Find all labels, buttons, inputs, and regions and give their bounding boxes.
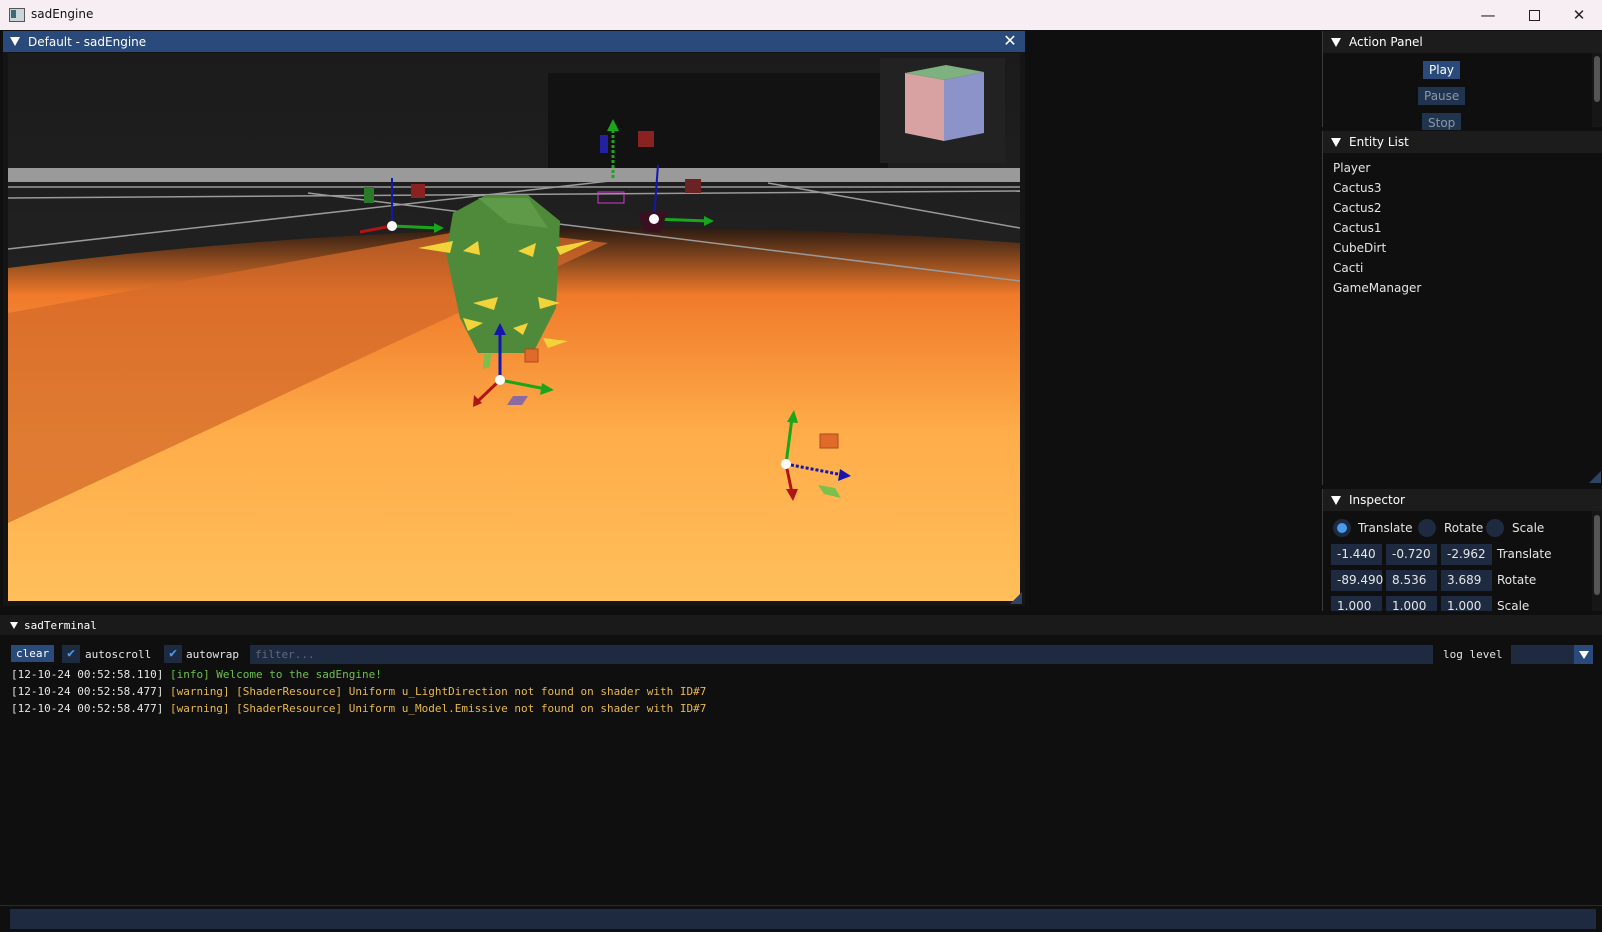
rotate-radio-label: Rotate xyxy=(1444,521,1484,535)
inspector-scrollbar[interactable] xyxy=(1592,511,1602,611)
action-panel-header[interactable]: Action Panel xyxy=(1323,31,1602,53)
translate-radio-label: Translate xyxy=(1358,521,1413,535)
inspector-panel: Inspector Translate Rotate Scale -1.440 … xyxy=(1322,489,1602,611)
log-line: [12-10-24 00:52:58.477] [warning] [Shade… xyxy=(11,685,706,698)
viewport-title: Default - sadEngine xyxy=(28,34,147,49)
autowrap-checkbox[interactable]: ✔ xyxy=(164,645,182,663)
clear-button[interactable]: clear xyxy=(11,645,55,662)
minimize-button[interactable]: — xyxy=(1465,0,1511,30)
translate-radio[interactable] xyxy=(1333,519,1351,537)
collapse-triangle-icon[interactable] xyxy=(1331,137,1341,147)
minimize-icon: — xyxy=(1480,6,1496,24)
entity-item-player[interactable]: Player xyxy=(1333,161,1370,175)
collapse-triangle-icon[interactable] xyxy=(10,621,18,629)
pause-button[interactable]: Pause xyxy=(1418,87,1466,105)
viewport-window: Default - sadEngine ✕ xyxy=(3,31,1025,606)
app-icon xyxy=(9,8,25,22)
scale-radio[interactable] xyxy=(1486,519,1504,537)
rotate-row-label: Rotate xyxy=(1497,573,1537,587)
rotate-x-field[interactable]: -89.490 xyxy=(1331,570,1383,591)
log-timestamp: [12-10-24 00:52:58.110] xyxy=(11,668,164,681)
scene-viewport[interactable] xyxy=(8,53,1020,601)
log-timestamp: [12-10-24 00:52:58.477] xyxy=(11,685,164,698)
log-level-label: log level xyxy=(1443,648,1503,661)
viewport-resize-grip[interactable] xyxy=(1010,592,1022,604)
log-message: [warning] [ShaderResource] Uniform u_Lig… xyxy=(169,685,707,698)
log-message: [info] Welcome to the sadEngine! xyxy=(169,668,382,681)
log-line: [12-10-24 00:52:58.110] [info] Welcome t… xyxy=(11,668,382,681)
maximize-button[interactable] xyxy=(1511,0,1557,30)
checkmark-icon: ✔ xyxy=(67,646,75,661)
navigation-cube[interactable] xyxy=(880,58,1005,163)
close-icon: ✕ xyxy=(1572,6,1586,24)
window-titlebar: sadEngine — ✕ xyxy=(0,0,1602,30)
translate-y-field[interactable]: -0.720 xyxy=(1386,544,1437,565)
checkmark-icon: ✔ xyxy=(169,646,177,661)
rotate-z-field[interactable]: 3.689 xyxy=(1441,570,1492,591)
collapse-triangle-icon[interactable] xyxy=(1331,495,1341,505)
entity-item-cactus3[interactable]: Cactus3 xyxy=(1333,181,1382,195)
close-window-button[interactable]: ✕ xyxy=(1556,0,1602,30)
log-line: [12-10-24 00:52:58.477] [warning] [Shade… xyxy=(11,702,706,715)
terminal-divider xyxy=(0,905,1602,906)
stop-button[interactable]: Stop xyxy=(1422,113,1462,130)
translate-z-field[interactable]: -2.962 xyxy=(1441,544,1492,565)
log-level-select[interactable] xyxy=(1511,645,1593,664)
action-panel-scroll-thumb[interactable] xyxy=(1594,56,1600,102)
action-panel: Action Panel Play Pause Stop xyxy=(1322,31,1602,130)
scale-row-label: Scale xyxy=(1497,599,1530,611)
log-message: [warning] [ShaderResource] Uniform u_Mod… xyxy=(169,702,707,715)
scale-x-field[interactable]: 1.000 xyxy=(1331,596,1382,611)
scale-y-field[interactable]: 1.000 xyxy=(1386,596,1437,611)
action-panel-scrollbar[interactable] xyxy=(1592,53,1602,127)
collapse-triangle-icon[interactable] xyxy=(1331,37,1341,47)
autowrap-label: autowrap xyxy=(186,648,239,661)
scale-radio-label: Scale xyxy=(1512,521,1545,535)
entity-list-header[interactable]: Entity List xyxy=(1323,131,1602,153)
rotate-radio[interactable] xyxy=(1418,519,1436,537)
viewport-close-button[interactable]: ✕ xyxy=(1001,32,1019,50)
maximize-icon xyxy=(1528,9,1540,21)
inspector-title: Inspector xyxy=(1349,493,1405,507)
terminal-command-input[interactable] xyxy=(10,909,1596,929)
viewport-titlebar[interactable]: Default - sadEngine xyxy=(3,31,1025,52)
collapse-triangle-icon[interactable] xyxy=(10,37,20,46)
autoscroll-checkbox[interactable]: ✔ xyxy=(62,645,80,663)
entity-item-cactus2[interactable]: Cactus2 xyxy=(1333,201,1382,215)
app-title: sadEngine xyxy=(31,7,94,21)
entity-item-cactus1[interactable]: Cactus1 xyxy=(1333,221,1382,235)
autoscroll-label: autoscroll xyxy=(85,648,152,661)
translate-row-label: Translate xyxy=(1497,547,1552,561)
entity-item-cubedirt[interactable]: CubeDirt xyxy=(1333,241,1386,255)
rotate-y-field[interactable]: 8.536 xyxy=(1386,570,1437,591)
entity-item-gamemanager[interactable]: GameManager xyxy=(1333,281,1421,295)
play-button[interactable]: Play xyxy=(1423,61,1461,79)
entity-item-cacti[interactable]: Cacti xyxy=(1333,261,1363,275)
terminal-title: sadTerminal xyxy=(24,618,97,632)
inspector-scroll-thumb[interactable] xyxy=(1594,515,1600,595)
entity-list-title: Entity List xyxy=(1349,135,1409,149)
scale-z-field[interactable]: 1.000 xyxy=(1441,596,1492,611)
inspector-header[interactable]: Inspector xyxy=(1323,489,1602,511)
filter-input[interactable] xyxy=(250,645,1433,664)
dropdown-arrow-icon[interactable] xyxy=(1574,645,1593,664)
log-timestamp: [12-10-24 00:52:58.477] xyxy=(11,702,164,715)
terminal-panel: sadTerminal clear ✔ autoscroll ✔ autowra… xyxy=(0,615,1602,932)
entity-list-resize-grip[interactable] xyxy=(1589,471,1601,483)
far-wall xyxy=(548,73,888,178)
translate-x-field[interactable]: -1.440 xyxy=(1331,544,1382,565)
grid-top-strip xyxy=(8,168,1020,182)
terminal-header[interactable]: sadTerminal xyxy=(0,615,1602,635)
entity-list-panel: Entity List Player Cactus3 Cactus2 Cactu… xyxy=(1322,131,1602,485)
action-panel-title: Action Panel xyxy=(1349,35,1423,49)
